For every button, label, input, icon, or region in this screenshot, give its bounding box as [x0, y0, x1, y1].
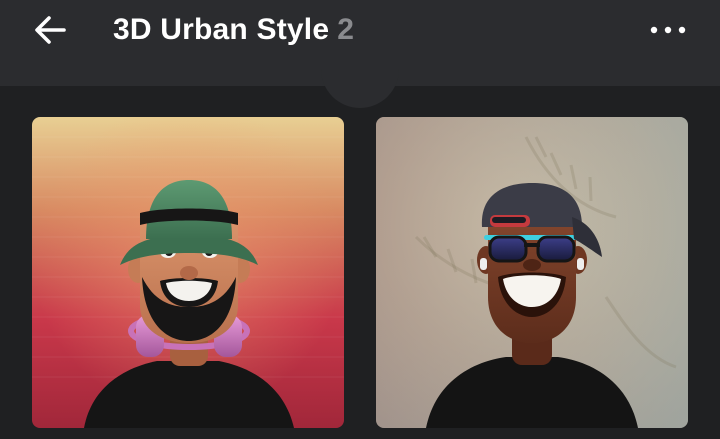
- avatar-grid: [0, 86, 720, 439]
- back-button[interactable]: [30, 10, 74, 50]
- avatar-bucket-hat-headphones-image: [32, 117, 344, 428]
- more-horizontal-icon: [650, 26, 686, 34]
- avatar-card[interactable]: [32, 117, 344, 428]
- item-count: 2: [337, 13, 355, 46]
- avatar-backwards-cap-sunglasses-image: [376, 117, 688, 428]
- more-options-button[interactable]: [644, 16, 692, 44]
- arrow-left-icon: [35, 16, 66, 44]
- title-text: 3D Urban Style: [113, 13, 330, 46]
- page-title: 3D Urban Style 2: [113, 10, 354, 50]
- avatar-card[interactable]: [376, 117, 688, 428]
